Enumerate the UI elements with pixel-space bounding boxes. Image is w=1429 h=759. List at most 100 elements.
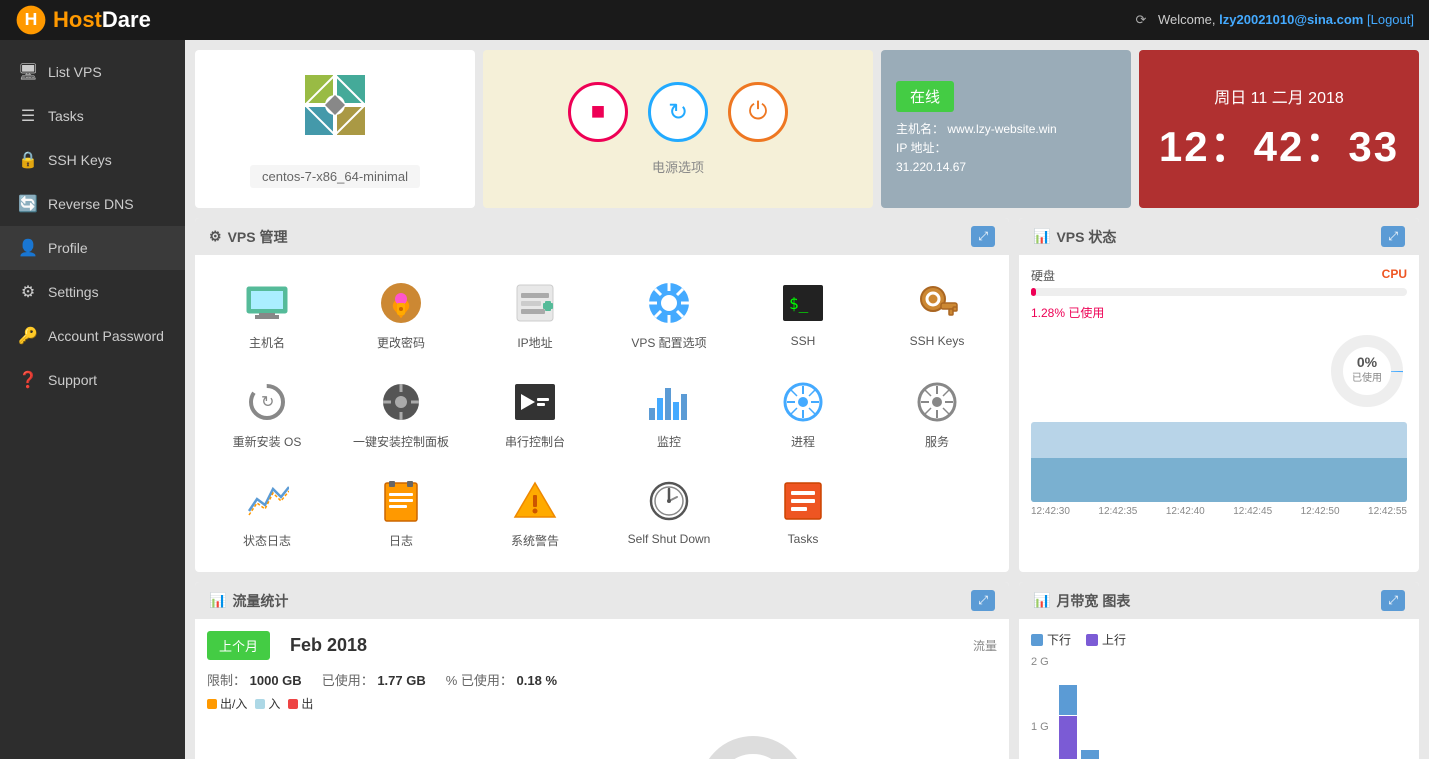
- ssh-label: SSH: [791, 334, 816, 348]
- sidebar-item-support[interactable]: ❓ Support: [0, 358, 185, 402]
- sidebar-label-support: Support: [48, 372, 97, 388]
- sidebar-item-profile[interactable]: 👤 Profile: [0, 226, 185, 270]
- vps-management-title: VPS 管理: [228, 227, 288, 247]
- time-4: 12:42:50: [1301, 506, 1340, 517]
- vps-config-icon: [644, 278, 694, 328]
- vps-item-self-shut-down[interactable]: Self Shut Down: [607, 468, 731, 557]
- vps-management-header: ⚙ VPS 管理 ⤢: [195, 218, 1009, 255]
- sidebar-label-ssh-keys: SSH Keys: [48, 152, 112, 168]
- hostname-label: 主机名：: [896, 122, 944, 136]
- bandwidth-expand[interactable]: ⤢: [1381, 590, 1405, 611]
- legend-inout-label: 出/入: [220, 695, 247, 712]
- traffic-panel: 📊 流量统计 ⤢ 上个月 Feb 2018 流量: [195, 582, 1009, 759]
- hostname-value: www.lzy-website.win: [947, 122, 1056, 136]
- status-card: 在线 主机名： www.lzy-website.win IP 地址： 31.22…: [881, 50, 1131, 208]
- status-info: 主机名： www.lzy-website.win IP 地址： 31.220.1…: [896, 120, 1116, 178]
- legend-out: 出: [288, 695, 313, 712]
- traffic-month: Feb 2018: [290, 635, 367, 656]
- restart-button[interactable]: ↻: [648, 82, 708, 142]
- power-icon: ⏻: [749, 98, 768, 126]
- sidebar-item-list-vps[interactable]: 🖥 List VPS: [0, 50, 185, 94]
- sidebar-label-reverse-dns: Reverse DNS: [48, 196, 134, 212]
- vps-status-header-left: 📊 VPS 状态: [1033, 227, 1116, 247]
- vps-item-ip[interactable]: IP地址: [473, 270, 597, 359]
- vps-item-status-log[interactable]: 状态日志: [205, 468, 329, 557]
- vps-item-ssh-keys[interactable]: SSH Keys: [875, 270, 999, 359]
- power-button[interactable]: ⏻: [728, 82, 788, 142]
- vps-item-monitoring[interactable]: 监控: [607, 369, 731, 458]
- bw-bar-2: [1081, 750, 1099, 759]
- vps-item-service[interactable]: 服务: [875, 369, 999, 458]
- svg-text:已使用: 已使用: [1352, 371, 1382, 384]
- time-2: 12:42:40: [1166, 506, 1205, 517]
- refresh-icon[interactable]: ⟳: [1135, 12, 1146, 27]
- traffic-header: 📊 流量统计 ⤢: [195, 582, 1009, 619]
- vps-item-tasks-grid[interactable]: Tasks: [741, 468, 865, 557]
- gear-icon: ⚙: [209, 228, 222, 245]
- self-shut-down-icon: [644, 476, 694, 526]
- vps-management-expand[interactable]: ⤢: [971, 226, 995, 247]
- bw-bar-1: [1059, 685, 1077, 759]
- ip-label-grid: IP地址: [517, 334, 552, 351]
- bw-legend-up: 上行: [1086, 631, 1126, 648]
- legend-in: 入: [255, 695, 280, 712]
- used-label: 已使用：: [322, 673, 374, 688]
- vps-status-expand[interactable]: ⤢: [1381, 226, 1405, 247]
- sidebar-item-reverse-dns[interactable]: 🔄 Reverse DNS: [0, 182, 185, 226]
- traffic-header-left: 📊 流量统计: [209, 591, 288, 611]
- pct-label: % 已使用：: [446, 673, 513, 688]
- change-pwd-icon: [376, 278, 426, 328]
- vps-item-system-alert[interactable]: 系统警告: [473, 468, 597, 557]
- vps-item-panel[interactable]: 一键安装控制面板: [339, 369, 463, 458]
- svg-text:$_: $_: [789, 294, 809, 313]
- limit-value: 1000 GB: [250, 673, 302, 688]
- datetime-date: 周日 11 二月 2018: [1214, 84, 1344, 108]
- status-log-icon: [242, 476, 292, 526]
- tasks-grid-icon: [778, 476, 828, 526]
- sidebar-item-tasks[interactable]: ☰ Tasks: [0, 94, 185, 138]
- ssh-keys-label-grid: SSH Keys: [910, 334, 965, 348]
- traffic-donut-area: 0% 已使用: [509, 730, 997, 759]
- vps-item-diary[interactable]: 日志: [339, 468, 463, 557]
- vps-item-reinstall[interactable]: ↻ 重新安装 OS: [205, 369, 329, 458]
- sidebar-item-settings[interactable]: ⚙ Settings: [0, 270, 185, 314]
- main-layout: 🖥 List VPS ☰ Tasks 🔒 SSH Keys 🔄 Reverse …: [0, 40, 1429, 759]
- vps-item-vps-config[interactable]: VPS 配置选项: [607, 270, 731, 359]
- monitoring-icon: [644, 377, 694, 427]
- reinstall-icon: ↻: [242, 377, 292, 427]
- sidebar-label-list-vps: List VPS: [48, 64, 102, 80]
- logout-link[interactable]: [Logout]: [1367, 12, 1414, 27]
- sidebar-item-ssh-keys[interactable]: 🔒 SSH Keys: [0, 138, 185, 182]
- vps-item-change-pwd[interactable]: 更改密码: [339, 270, 463, 359]
- vps-item-hostname[interactable]: 主机名: [205, 270, 329, 359]
- power-buttons: ■ ↻ ⏻: [568, 82, 788, 142]
- bw-bar-2-down: [1081, 750, 1099, 759]
- bw-bar-1-up: [1059, 716, 1077, 759]
- time-axis: 12:42:30 12:42:35 12:42:40 12:42:45 12:4…: [1031, 506, 1407, 517]
- time-5: 12:42:55: [1368, 506, 1407, 517]
- cpu-label-status: CPU: [1382, 267, 1407, 284]
- vps-item-ssh[interactable]: $_ SSH: [741, 270, 865, 359]
- self-shut-down-label: Self Shut Down: [628, 532, 711, 546]
- legend-inout: 出/入: [207, 695, 247, 712]
- traffic-expand[interactable]: ⤢: [971, 590, 995, 611]
- stop-button[interactable]: ■: [568, 82, 628, 142]
- vps-item-process[interactable]: 进程: [741, 369, 865, 458]
- power-card: ■ ↻ ⏻ 电源选项: [483, 50, 873, 208]
- bw-y1: 2 G: [1031, 656, 1049, 668]
- vps-status-title: VPS 状态: [1056, 227, 1116, 247]
- prev-month-button[interactable]: 上个月: [207, 631, 270, 660]
- bandwidth-header-left: 📊 月带宽 图表: [1033, 591, 1130, 611]
- limit-stat: 限制： 1000 GB: [207, 670, 302, 689]
- stop-icon: ■: [591, 98, 606, 126]
- bw-up-label: 上行: [1102, 631, 1126, 648]
- settings-icon: ⚙: [18, 282, 38, 302]
- sidebar-item-account-password[interactable]: 🔑 Account Password: [0, 314, 185, 358]
- bw-bars: [1059, 656, 1407, 759]
- ip-label: IP 地址：: [896, 141, 946, 155]
- cpu-donut-svg: 0% 已使用: [1327, 331, 1407, 411]
- tasks-icon: ☰: [18, 106, 38, 126]
- limit-label: 限制：: [207, 673, 246, 688]
- vps-item-serial-console[interactable]: 串行控制台: [473, 369, 597, 458]
- panel-label: 一键安装控制面板: [353, 433, 449, 450]
